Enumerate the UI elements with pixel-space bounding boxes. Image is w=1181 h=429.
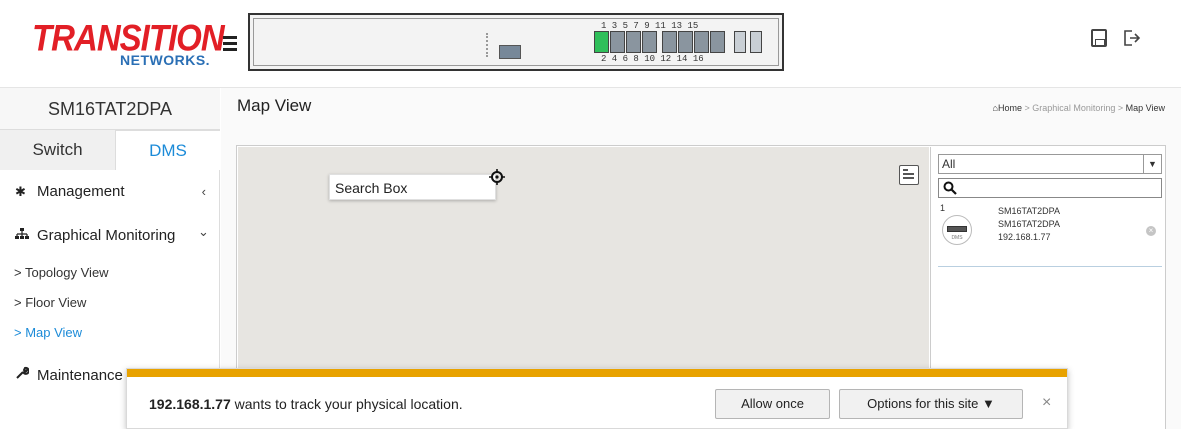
breadcrumb-section[interactable]: Graphical Monitoring xyxy=(1032,103,1115,113)
sidebar-tabs: Switch DMS xyxy=(0,130,220,170)
save-icon[interactable] xyxy=(1091,29,1107,47)
tab-switch[interactable]: Switch xyxy=(0,130,115,170)
app-root: TRANSITION NETWORKS. 1 3 5 7 9 11 13 15 xyxy=(0,0,1181,429)
port-1[interactable] xyxy=(594,31,609,53)
prompt-message: 192.168.1.77 wants to track your physica… xyxy=(149,396,463,412)
gear-icon: ✱ xyxy=(15,184,26,199)
device-name-title: SM16TAT2DPA xyxy=(0,88,220,130)
device-details: SM16TAT2DPA SM16TAT2DPA 192.168.1.77 xyxy=(998,205,1060,244)
sidebar-item-label: Graphical Monitoring xyxy=(37,227,176,244)
site-options-button[interactable]: Options for this site ▼ xyxy=(839,389,1023,419)
port-7[interactable] xyxy=(642,31,657,53)
sidebar-item-topology-view[interactable]: > Topology View xyxy=(0,258,220,288)
sidebar-item-map-view[interactable]: > Map View xyxy=(0,318,220,348)
sidebar-item-floor-view[interactable]: > Floor View xyxy=(0,288,220,318)
breadcrumb-separator: > xyxy=(1117,103,1124,113)
sfp-port-1[interactable] xyxy=(734,31,746,53)
status-led-strip xyxy=(486,33,490,57)
top-bar: TRANSITION NETWORKS. 1 3 5 7 9 11 13 15 xyxy=(0,0,1181,88)
chevron-down-icon: ▼ xyxy=(1143,155,1161,173)
top-port-labels: 1 3 5 7 9 11 13 15 xyxy=(601,21,699,31)
breadcrumb-current: Map View xyxy=(1125,103,1165,113)
device-name: SM16TAT2DPA xyxy=(998,206,1061,216)
device-model: SM16TAT2DPA xyxy=(998,219,1061,229)
bottom-port-labels: 2 4 6 8 10 12 14 16 xyxy=(601,54,704,64)
port-15[interactable] xyxy=(710,31,725,53)
search-icon xyxy=(943,181,957,195)
device-filter-select[interactable]: All ▼ xyxy=(938,154,1162,174)
port-13[interactable] xyxy=(694,31,709,53)
port-5[interactable] xyxy=(626,31,641,53)
menu-toggle-icon[interactable] xyxy=(223,36,237,52)
device-ip: 192.168.1.77 xyxy=(998,232,1051,242)
switch-device-icon: DMS xyxy=(942,215,972,245)
port-9[interactable] xyxy=(662,31,677,53)
device-list-toggle-icon[interactable] xyxy=(899,165,919,185)
prompt-host: 192.168.1.77 xyxy=(149,396,231,412)
allow-once-button[interactable]: Allow once xyxy=(715,389,830,419)
logo-sub-text: NETWORKS. xyxy=(120,52,211,68)
page-title: Map View xyxy=(237,96,312,115)
sidebar-menu: ✱ Management ‹ Graphical Monitoring ⌄ > T… xyxy=(0,170,220,398)
locate-icon[interactable] xyxy=(489,169,505,185)
sitemap-icon xyxy=(15,214,29,258)
breadcrumb-home[interactable]: Home xyxy=(998,103,1022,113)
wrench-icon xyxy=(15,354,30,398)
port-11[interactable] xyxy=(678,31,693,53)
map-search-input[interactable]: Search Box xyxy=(329,174,496,200)
device-front-panel: 1 3 5 7 9 11 13 15 2 4 6 8 10 12 14 16 xyxy=(248,13,784,71)
prompt-message-text: wants to track your physical location. xyxy=(230,396,463,412)
management-port[interactable] xyxy=(499,45,521,59)
tab-dms[interactable]: DMS xyxy=(115,130,220,170)
brand-logo[interactable]: TRANSITION NETWORKS. xyxy=(32,16,225,74)
breadcrumb: ⌂Home > Graphical Monitoring > Map View xyxy=(993,103,1165,113)
prompt-accent-bar xyxy=(127,369,1067,377)
sfp-port-2[interactable] xyxy=(750,31,762,53)
device-index: 1 xyxy=(940,203,946,213)
location-permission-prompt: 192.168.1.77 wants to track your physica… xyxy=(126,368,1068,429)
port-3[interactable] xyxy=(610,31,625,53)
filter-selected-value: All xyxy=(942,157,956,171)
logout-icon[interactable] xyxy=(1121,28,1141,48)
sidebar-item-management[interactable]: ✱ Management ‹ xyxy=(0,170,220,214)
chevron-left-icon: ‹ xyxy=(201,184,206,199)
sidebar-item-label: Maintenance xyxy=(37,367,123,384)
sidebar-item-graphical-monitoring[interactable]: Graphical Monitoring ⌄ xyxy=(0,214,220,258)
device-panel-frame: 1 3 5 7 9 11 13 15 2 4 6 8 10 12 14 16 xyxy=(253,18,779,66)
list-item[interactable]: 1 DMS SM16TAT2DPA SM16TAT2DPA 192.168.1.… xyxy=(938,203,1162,267)
sidebar-item-label: Management xyxy=(37,183,125,200)
remove-icon[interactable]: × xyxy=(1146,226,1156,236)
chevron-down-icon: ⌄ xyxy=(198,224,209,239)
breadcrumb-separator: > xyxy=(1024,103,1030,113)
close-icon[interactable]: × xyxy=(1042,394,1051,412)
device-icon-label: DMS xyxy=(951,235,963,241)
device-search-input[interactable] xyxy=(938,178,1162,198)
